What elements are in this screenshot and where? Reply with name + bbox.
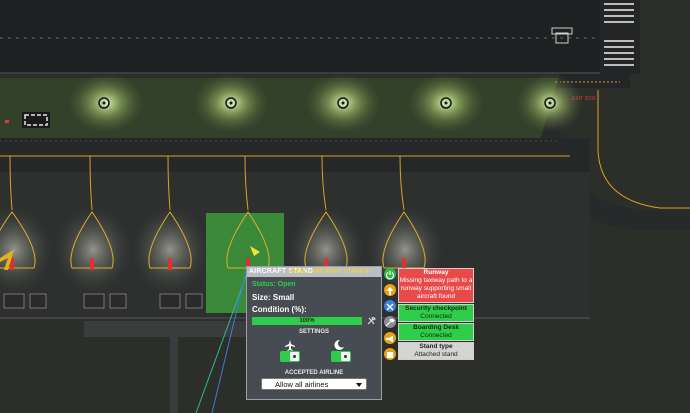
condition-label: Condition (%): [252,305,307,314]
terminal-building [84,321,246,337]
card-title: Security checkpoint [405,305,467,312]
building-icon[interactable] [384,348,396,360]
tools-icon[interactable] [384,316,396,328]
card-title: Boarding Desk [413,324,459,331]
card-text: Missing taxiway path to a runway support… [399,277,473,300]
wrench-screwdriver-icon[interactable] [384,300,396,312]
card-title: Runway [423,269,449,276]
card-text: Attached stand [414,351,458,358]
airline-select[interactable]: Allow all airlines [261,378,367,390]
runway-status-card: Runway Missing taxiway path to a runway … [398,268,474,303]
moon-icon [334,339,344,350]
terminal-corridor [170,337,178,413]
aircraft-stand-panel: AIRCRAFT STAND SMALL AIRCRAFT STAND 6 St… [246,266,382,400]
accepted-airline-label: ACCEPTED AIRLINE [284,370,344,376]
boarding-desk-card: Boarding Desk Connected [398,323,474,341]
stand-size: Size: Small [252,293,295,302]
card-title: Stand type [419,343,453,350]
stand-status: Status: Open [252,281,296,288]
card-text: Connected [420,332,452,339]
condition-bar: 100% [252,317,362,325]
security-checkpoint-card: Security checkpoint Connected [398,304,474,322]
stand-name: SMALL AIRCRAFT STAND 6 [289,269,369,275]
repair-icon[interactable] [366,316,376,326]
runway [0,0,640,74]
stand-type-card: Stand type Attached stand [398,342,474,360]
megaphone-icon[interactable] [384,332,396,344]
chevron-down-icon [356,383,362,387]
power-icon[interactable] [384,268,396,280]
condition-value: 100% [299,318,315,324]
panel-header: AIRCRAFT STAND SMALL AIRCRAFT STAND 6 [247,267,381,277]
aircraft-arrival-icon [285,340,295,351]
night-operations-toggle[interactable] [331,351,351,362]
day-operations-toggle[interactable] [280,351,300,362]
card-text: Connected [420,313,452,320]
arrow-up-icon[interactable] [384,284,396,296]
gate-equipment [3,293,203,309]
settings-label: SETTINGS [298,329,329,335]
airline-select-value: Allow all airlines [275,380,329,389]
